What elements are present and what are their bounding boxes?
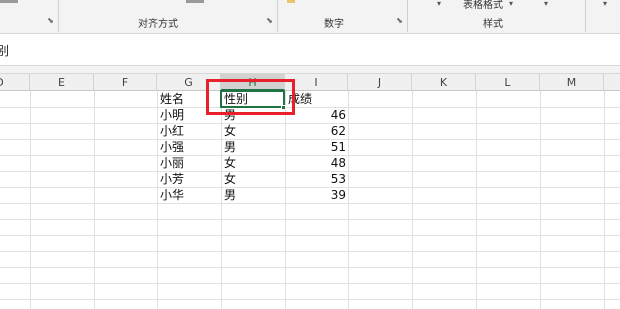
name-cell[interactable]: 小丽 <box>157 155 221 171</box>
table-format-button[interactable]: 表格格式 <box>463 0 503 11</box>
ribbon-control-stub[interactable] <box>0 0 18 3</box>
worksheet-grid[interactable]: 姓名 性别 成绩 小明 男 46 小红 女 62 小强 男 51 小丽 女 48… <box>0 91 620 309</box>
number-launcher-icon[interactable]: ⬊ <box>395 17 404 26</box>
ribbon-separator <box>277 0 278 32</box>
table-format-caret-icon[interactable]: ▾ <box>509 0 513 8</box>
score-cell[interactable]: 48 <box>285 155 348 171</box>
name-cell[interactable]: 小红 <box>157 123 221 139</box>
ribbon-separator <box>407 0 408 32</box>
column-header-l[interactable]: L <box>476 74 540 91</box>
styles-group-label: 样式 <box>483 19 503 30</box>
red-highlight-box <box>206 79 295 115</box>
ribbon-separator <box>58 0 59 32</box>
grid-line <box>0 251 620 252</box>
grid-line <box>0 235 620 236</box>
grid-line <box>0 299 620 300</box>
gender-cell[interactable]: 女 <box>221 123 285 139</box>
score-cell[interactable]: 51 <box>285 139 348 155</box>
ribbon-gap <box>0 66 620 74</box>
gender-cell[interactable]: 男 <box>221 139 285 155</box>
score-cell[interactable]: 62 <box>285 123 348 139</box>
cell-styles-caret-icon[interactable]: ▾ <box>544 0 548 8</box>
font-launcher-icon[interactable]: ⬊ <box>46 17 55 26</box>
ribbon-separator <box>585 0 586 32</box>
score-cell[interactable]: 39 <box>285 187 348 203</box>
grid-line <box>0 267 620 268</box>
column-headers: D E F G H I J K L M <box>0 74 620 91</box>
column-header-d[interactable]: D <box>0 74 30 91</box>
gender-cell[interactable]: 男 <box>221 187 285 203</box>
column-header-k[interactable]: K <box>412 74 476 91</box>
ribbon-control-stub[interactable] <box>186 0 204 3</box>
alignment-launcher-icon[interactable]: ⬊ <box>265 17 274 26</box>
formula-bar-content[interactable]: 别 <box>0 42 9 59</box>
name-cell[interactable]: 小华 <box>157 187 221 203</box>
cells-caret-icon[interactable]: ▾ <box>603 0 607 8</box>
score-cell[interactable]: 53 <box>285 171 348 187</box>
gender-cell[interactable]: 女 <box>221 155 285 171</box>
column-header-m[interactable]: M <box>540 74 604 91</box>
ribbon: ⬊ 对齐方式 ⬊ 数字 ⬊ ▾ 表格格式 ▾ ▾ 样式 ▾ <box>0 0 620 34</box>
column-header-j[interactable]: J <box>348 74 412 91</box>
conditional-format-caret-icon[interactable]: ▾ <box>437 0 441 8</box>
name-cell[interactable]: 小强 <box>157 139 221 155</box>
alignment-group-label: 对齐方式 <box>138 19 178 30</box>
grid-line <box>0 203 620 204</box>
gender-cell[interactable]: 女 <box>221 171 285 187</box>
number-group-label: 数字 <box>324 19 344 30</box>
grid-line <box>0 219 620 220</box>
number-format-icon[interactable] <box>287 0 295 3</box>
column-header-f[interactable]: F <box>94 74 157 91</box>
grid-line <box>0 283 620 284</box>
formula-bar[interactable]: 别 <box>0 34 620 66</box>
name-cell[interactable]: 小芳 <box>157 171 221 187</box>
column-header-e[interactable]: E <box>30 74 94 91</box>
